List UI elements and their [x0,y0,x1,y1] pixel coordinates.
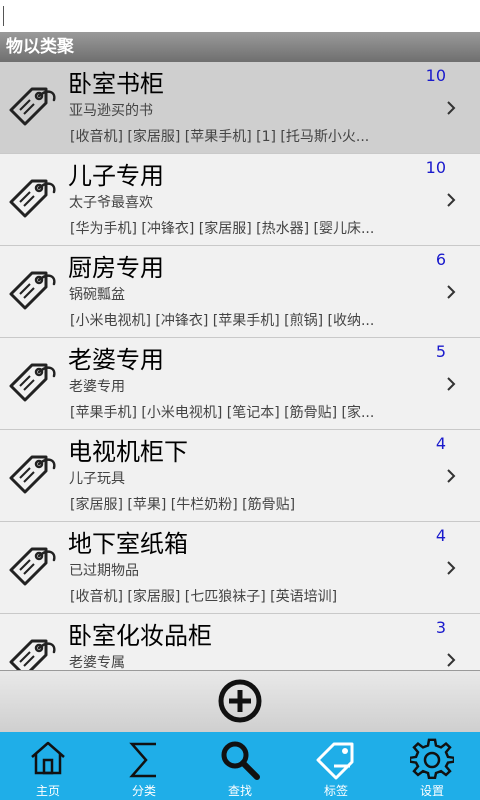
item-subtitle: 老婆专属 [69,655,125,670]
item-subtitle: 已过期物品 [69,563,139,579]
tag-icon [9,639,56,670]
item-title: 地下室纸箱 [68,530,188,558]
tag-icon [9,87,56,126]
item-tags: [收音机] [家居服] [苹果手机] [1] [托马斯小火... [70,129,370,145]
tag-icon [9,179,56,218]
item-count: 4 [435,434,446,453]
tab-settings[interactable]: 设置 [384,732,480,800]
tag-icon [316,742,354,780]
tab-label: 主页 [35,784,60,798]
item-count: 10 [425,66,446,85]
item-title: 老婆专用 [68,346,164,374]
item-tags: [小米电视机] [冲锋衣] [苹果手机] [煎锅] [收纳... [70,313,375,329]
list-item[interactable]: 儿子专用 太子爷最喜欢 [华为手机] [冲锋衣] [家居服] [热水器] [婴儿… [0,154,480,246]
item-tags: [华为手机] [冲锋衣] [家居服] [热水器] [婴儿床... [70,221,375,237]
item-count: 10 [425,158,446,177]
item-title: 卧室书柜 [68,70,164,98]
list-item[interactable]: 电视机柜下 儿子玩具 [家居服] [苹果] [牛栏奶粉] [筋骨贴] 4 [0,430,480,522]
tab-search[interactable]: 查找 [192,732,288,800]
category-list[interactable]: 卧室书柜 亚马逊买的书 [收音机] [家居服] [苹果手机] [1] [托马斯小… [0,62,480,670]
tab-label: 设置 [419,784,444,798]
list-item[interactable]: 卧室化妆品柜 老婆专属 3 [0,614,480,670]
page-title: 物以类聚 [0,32,480,62]
chevron-right-icon [447,101,456,115]
item-count: 6 [435,250,446,269]
chevron-right-icon [447,561,456,575]
bottom-toolbar [0,670,480,732]
list-item[interactable]: 老婆专用 老婆专用 [苹果手机] [小米电视机] [笔记本] [筋骨贴] [家.… [0,338,480,430]
tab-label: 查找 [227,784,252,798]
home-icon [31,741,65,775]
list-item[interactable]: 卧室书柜 亚马逊买的书 [收音机] [家居服] [苹果手机] [1] [托马斯小… [0,62,480,154]
tag-icon [9,455,56,494]
chevron-right-icon [447,653,456,667]
gear-icon [410,738,454,779]
item-tags: [苹果手机] [小米电视机] [笔记本] [筋骨贴] [家... [70,405,375,421]
chevron-right-icon [447,377,456,391]
item-title: 卧室化妆品柜 [68,622,212,650]
chevron-right-icon [447,469,456,483]
list-item[interactable]: 厨房专用 锅碗瓢盆 [小米电视机] [冲锋衣] [苹果手机] [煎锅] [收纳.… [0,246,480,338]
chevron-right-icon [447,193,456,207]
tab-label: 分类 [131,784,156,798]
item-count: 3 [435,618,446,637]
sigma-icon [129,742,156,778]
text-cursor [3,6,4,26]
tag-icon [9,271,56,310]
add-button[interactable] [217,678,263,724]
item-tags: [家居服] [苹果] [牛栏奶粉] [筋骨贴] [70,497,296,513]
item-subtitle: 儿子玩具 [69,471,125,487]
list-item[interactable]: 地下室纸箱 已过期物品 [收音机] [家居服] [七匹狼袜子] [英语培训] 4 [0,522,480,614]
top-input-bar[interactable] [0,0,480,32]
tab-category[interactable]: 分类 [96,732,192,800]
tab-label: 标签 [323,784,348,798]
item-title: 厨房专用 [68,254,164,282]
tab-home[interactable]: 主页 [0,732,96,800]
tag-icon [9,363,56,402]
item-subtitle: 亚马逊买的书 [69,103,153,119]
item-title: 儿子专用 [68,162,164,190]
search-icon [221,741,260,780]
tab-tags[interactable]: 标签 [288,732,384,800]
item-count: 5 [435,342,446,361]
item-subtitle: 太子爷最喜欢 [69,195,153,211]
item-count: 4 [435,526,446,545]
tag-icon [9,547,56,586]
chevron-right-icon [447,285,456,299]
item-tags: [收音机] [家居服] [七匹狼袜子] [英语培训] [70,589,338,605]
tab-bar: 主页 分类 查找 标签 设置 [0,732,480,800]
item-title: 电视机柜下 [68,438,188,466]
item-subtitle: 锅碗瓢盆 [69,287,125,303]
item-subtitle: 老婆专用 [69,379,125,395]
